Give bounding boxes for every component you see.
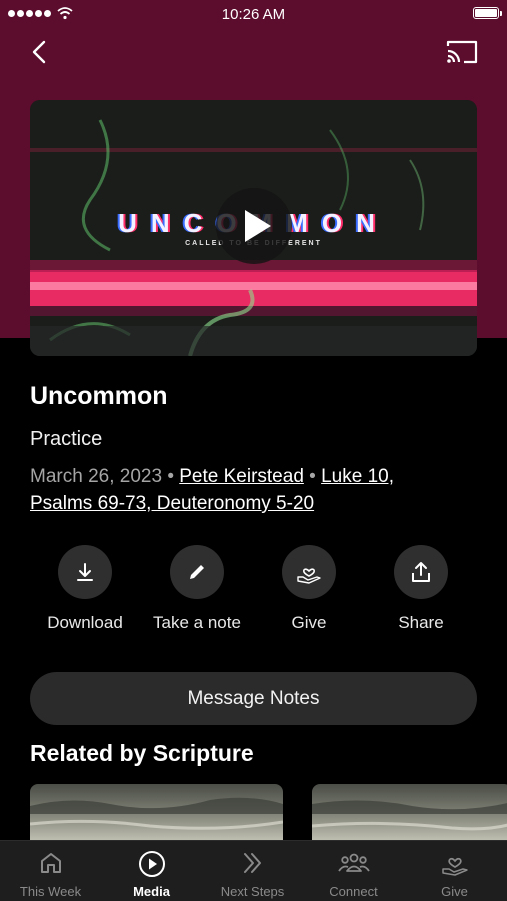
meta-separator: • — [167, 466, 174, 487]
share-button[interactable]: Share — [365, 545, 477, 633]
give-heart-icon — [441, 857, 468, 876]
download-label: Download — [47, 613, 123, 632]
tab-label: Connect — [329, 884, 378, 899]
sermon-title: Uncommon — [30, 382, 168, 410]
tab-give[interactable]: Give — [404, 841, 505, 901]
sermon-meta: March 26, 2023 • Pete Keirstead • Luke 1… — [30, 463, 470, 517]
give-button[interactable]: Give — [253, 545, 365, 633]
give-label: Give — [291, 613, 327, 632]
chevrons-right-icon — [243, 853, 261, 873]
video-player[interactable]: UNCOMMON CALLED TO BE DIFFERENT — [30, 100, 477, 356]
pencil-icon — [170, 545, 224, 599]
tab-label: This Week — [19, 884, 82, 899]
status-time: 10:26 AM — [221, 6, 286, 23]
sermon-date: March 26, 2023 — [30, 466, 163, 487]
related-item-thumbnail[interactable] — [312, 784, 507, 844]
cast-icon[interactable] — [445, 38, 479, 66]
message-notes-button[interactable]: Message Notes — [30, 672, 477, 725]
speaker-link[interactable]: Pete Keirstead — [179, 466, 304, 487]
take-note-label: Take a note — [153, 613, 241, 632]
download-button[interactable]: Download — [29, 545, 141, 633]
share-icon — [394, 545, 448, 599]
battery-icon — [473, 7, 502, 19]
tab-media[interactable]: Media — [101, 841, 202, 901]
scripture-link[interactable]: Luke 10, — [321, 466, 394, 487]
tab-this-week[interactable]: This Week — [0, 841, 101, 901]
tab-label: Media — [133, 884, 170, 899]
people-icon — [337, 853, 370, 872]
status-bar: 10:26 AM — [0, 0, 507, 28]
back-chevron-icon[interactable] — [26, 36, 56, 68]
bottom-tab-bar: This Week Media Next Steps Connect Give — [0, 840, 507, 901]
share-label: Share — [398, 613, 444, 632]
download-icon — [58, 545, 112, 599]
meta-separator: • — [309, 466, 316, 487]
give-heart-icon — [282, 545, 336, 599]
take-note-button[interactable]: Take a note — [141, 545, 253, 633]
related-item-thumbnail[interactable] — [30, 784, 283, 844]
sermon-series: Practice — [30, 428, 103, 450]
tab-label: Next Steps — [220, 884, 285, 899]
play-button[interactable] — [216, 188, 292, 264]
scripture-link[interactable]: Psalms 69-73, Deuteronomy 5-20 — [30, 493, 314, 514]
action-row: Download Take a note Give Share — [0, 545, 507, 635]
tab-label: Give — [441, 884, 468, 899]
tab-connect[interactable]: Connect — [303, 841, 404, 901]
home-icon — [40, 853, 61, 873]
related-section-title: Related by Scripture — [30, 740, 254, 766]
tab-next-steps[interactable]: Next Steps — [202, 841, 303, 901]
play-circle-icon — [138, 851, 165, 877]
